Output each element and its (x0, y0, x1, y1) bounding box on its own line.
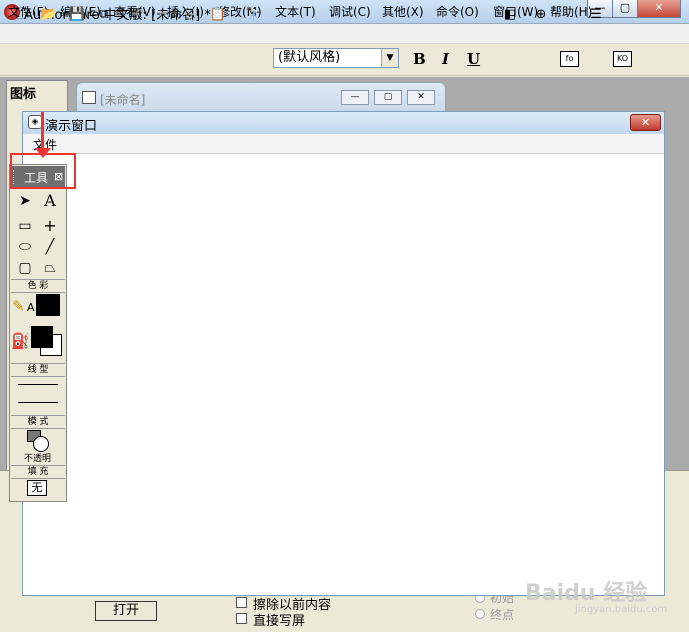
color-section-label: 色 彩 (11, 279, 65, 293)
end-radio-label: 终点 (490, 608, 515, 622)
annotation-highlight-box (10, 153, 76, 189)
doc-close-button[interactable]: ✕ (407, 90, 435, 105)
end-radio[interactable] (475, 609, 485, 619)
diagonal-line-tool-icon[interactable]: ╱ (40, 238, 60, 256)
control-panel-icon[interactable]: ⊕ (530, 4, 552, 26)
menu-command[interactable]: 命令(O) (436, 3, 479, 20)
mode-value: 不透明 (24, 454, 52, 464)
close-button[interactable]: ✕ (637, 0, 681, 18)
erase-previous-checkbox[interactable] (236, 597, 247, 608)
fill-foreground-swatch[interactable] (31, 326, 53, 348)
menu-bar (0, 24, 689, 44)
chevron-down-icon[interactable]: ▼ (381, 49, 398, 67)
text-tool-icon[interactable]: A (40, 192, 60, 210)
fill-section-label: 填 充 (11, 465, 65, 479)
annotation-arrow-line (41, 112, 44, 150)
line-color-swatch[interactable] (36, 294, 60, 316)
rectangle-tool-icon[interactable]: ▭ (15, 217, 35, 235)
undo-icon[interactable]: ↶ (128, 4, 150, 26)
straight-line-tool-icon[interactable]: + (40, 217, 60, 235)
baidu-watermark-url: jingyan.baidu.com (575, 604, 668, 615)
presentation-title: 演示窗口 (45, 119, 98, 134)
icon-panel-title: 图标 (10, 87, 37, 102)
mode-sample-icon[interactable] (27, 430, 49, 452)
paste-icon[interactable]: 📋 (207, 4, 229, 26)
fill-pattern-button[interactable]: 无 (27, 480, 47, 496)
presentation-window[interactable] (22, 111, 665, 596)
italic-button[interactable]: I (442, 50, 449, 68)
doc-minimize-button[interactable]: — (341, 90, 369, 105)
polygon-tool-icon[interactable]: ⏢ (40, 259, 60, 277)
open-file-icon[interactable]: 📂 (38, 4, 60, 26)
pencil-icon[interactable]: ✎ (12, 297, 25, 315)
open-button[interactable]: 打开 (95, 601, 157, 621)
cut-icon[interactable]: ✂ (153, 4, 175, 26)
doc-maximize-button[interactable]: ▢ (374, 90, 402, 105)
ellipse-tool-icon[interactable]: ⬭ (15, 238, 35, 256)
presentation-icon: ◈ (28, 115, 42, 129)
copy-icon[interactable]: ⎘ (180, 4, 202, 26)
presentation-menu-bar (23, 134, 664, 154)
save-all-icon[interactable]: 💾 (66, 4, 88, 26)
rounded-rectangle-tool-icon[interactable]: ▢ (15, 259, 35, 277)
find-icon[interactable]: 🔭 (243, 4, 265, 26)
paint-bucket-icon[interactable]: ⛽ (11, 332, 30, 350)
menu-debug[interactable]: 调试(C) (329, 3, 371, 20)
presentation-title-bar[interactable] (23, 112, 664, 134)
presentation-close-button[interactable]: ✕ (630, 114, 661, 131)
direct-to-screen-checkbox[interactable] (236, 613, 247, 624)
document-title: [未命名] (100, 93, 146, 107)
line-style-sample-1[interactable] (18, 384, 58, 385)
maximize-button[interactable]: ▢ (612, 0, 638, 18)
text-color-label: A (27, 301, 35, 314)
line-section-label: 线 型 (11, 363, 65, 377)
restart-icon[interactable]: ◧ (499, 4, 521, 26)
import-icon[interactable]: ⧉ (93, 4, 115, 26)
pointer-tool-icon[interactable]: ➤ (15, 192, 35, 210)
bold-button[interactable]: B (413, 50, 426, 68)
menu-text[interactable]: 文本(T) (275, 3, 316, 20)
underline-button[interactable]: U (467, 50, 480, 68)
direct-to-screen-label: 直接写屏 (253, 614, 306, 629)
baidu-watermark: Baidu 经验 (525, 581, 648, 606)
document-icon (82, 91, 96, 104)
knowledge-object-button[interactable]: KO (613, 51, 632, 67)
new-file-icon[interactable]: 🗋 (10, 4, 32, 26)
menu-other[interactable]: 其他(X) (382, 3, 424, 20)
variable-list-icon[interactable]: ☰ (585, 4, 607, 26)
mode-section-label: 模 式 (11, 415, 65, 429)
function-button[interactable]: fo (560, 51, 579, 67)
line-style-sample-2[interactable] (18, 402, 58, 403)
